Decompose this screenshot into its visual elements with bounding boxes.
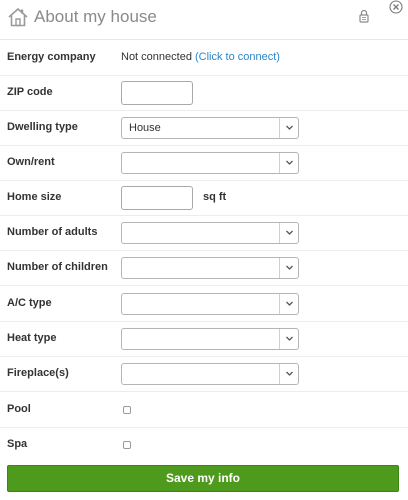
connect-link[interactable]: (Click to connect) (195, 51, 280, 63)
select-toggle[interactable] (279, 223, 298, 243)
own-rent-select[interactable] (121, 152, 299, 174)
energy-company-label: Energy company (7, 51, 96, 63)
row-dwelling-type: Dwelling type House (0, 111, 408, 146)
divider (0, 285, 408, 286)
heat-type-select[interactable] (121, 328, 299, 350)
chevron-down-icon (286, 230, 293, 235)
chevron-down-icon (286, 336, 293, 341)
lock-icon[interactable] (359, 9, 369, 23)
chevron-down-icon (286, 160, 293, 165)
number-of-children-select[interactable] (121, 257, 299, 279)
fireplaces-label: Fireplace(s) (7, 367, 69, 379)
row-number-of-adults: Number of adults (0, 216, 408, 251)
select-toggle[interactable] (279, 294, 298, 314)
header-divider (0, 39, 408, 40)
pool-checkbox[interactable] (123, 406, 131, 414)
dwelling-type-label: Dwelling type (7, 121, 78, 133)
modal-header: About my house (0, 0, 408, 38)
dwelling-type-value: House (129, 122, 161, 134)
select-toggle[interactable] (279, 329, 298, 349)
chevron-down-icon (286, 125, 293, 130)
row-fireplaces: Fireplace(s) (0, 357, 408, 392)
row-pool: Pool (0, 393, 408, 428)
ac-type-label: A/C type (7, 297, 52, 309)
home-size-label: Home size (7, 191, 62, 203)
save-button[interactable]: Save my info (7, 465, 399, 492)
select-toggle[interactable] (279, 118, 298, 138)
row-zip-code: ZIP code (0, 76, 408, 111)
select-toggle[interactable] (279, 153, 298, 173)
zip-code-label: ZIP code (7, 86, 53, 98)
row-heat-type: Heat type (0, 322, 408, 357)
own-rent-label: Own/rent (7, 156, 55, 168)
chevron-down-icon (286, 301, 293, 306)
row-home-size: Home size sq ft (0, 181, 408, 216)
energy-status-text: Not connected (121, 51, 192, 63)
energy-company-value: Not connected (Click to connect) (121, 51, 280, 63)
zip-code-input[interactable] (121, 81, 193, 105)
row-number-of-children: Number of children (0, 251, 408, 286)
home-size-input[interactable] (121, 186, 193, 210)
select-toggle[interactable] (279, 258, 298, 278)
select-toggle[interactable] (279, 364, 298, 384)
number-of-adults-select[interactable] (121, 222, 299, 244)
row-ac-type: A/C type (0, 287, 408, 322)
home-size-unit: sq ft (203, 191, 227, 203)
number-of-children-label: Number of children (7, 261, 108, 273)
close-icon[interactable] (389, 0, 403, 14)
spa-label: Spa (7, 438, 28, 450)
fireplaces-select[interactable] (121, 363, 299, 385)
house-icon (8, 8, 28, 27)
pool-label: Pool (7, 403, 31, 415)
number-of-adults-label: Number of adults (7, 226, 98, 238)
row-spa: Spa (0, 428, 408, 463)
chevron-down-icon (286, 265, 293, 270)
row-own-rent: Own/rent (0, 146, 408, 181)
heat-type-label: Heat type (7, 332, 57, 344)
ac-type-select[interactable] (121, 293, 299, 315)
row-energy-company: Energy company Not connected (Click to c… (0, 41, 408, 76)
spa-checkbox[interactable] (123, 441, 131, 449)
chevron-down-icon (286, 371, 293, 376)
dwelling-type-select[interactable]: House (121, 117, 299, 139)
divider (0, 391, 408, 392)
page-title: About my house (34, 7, 157, 26)
